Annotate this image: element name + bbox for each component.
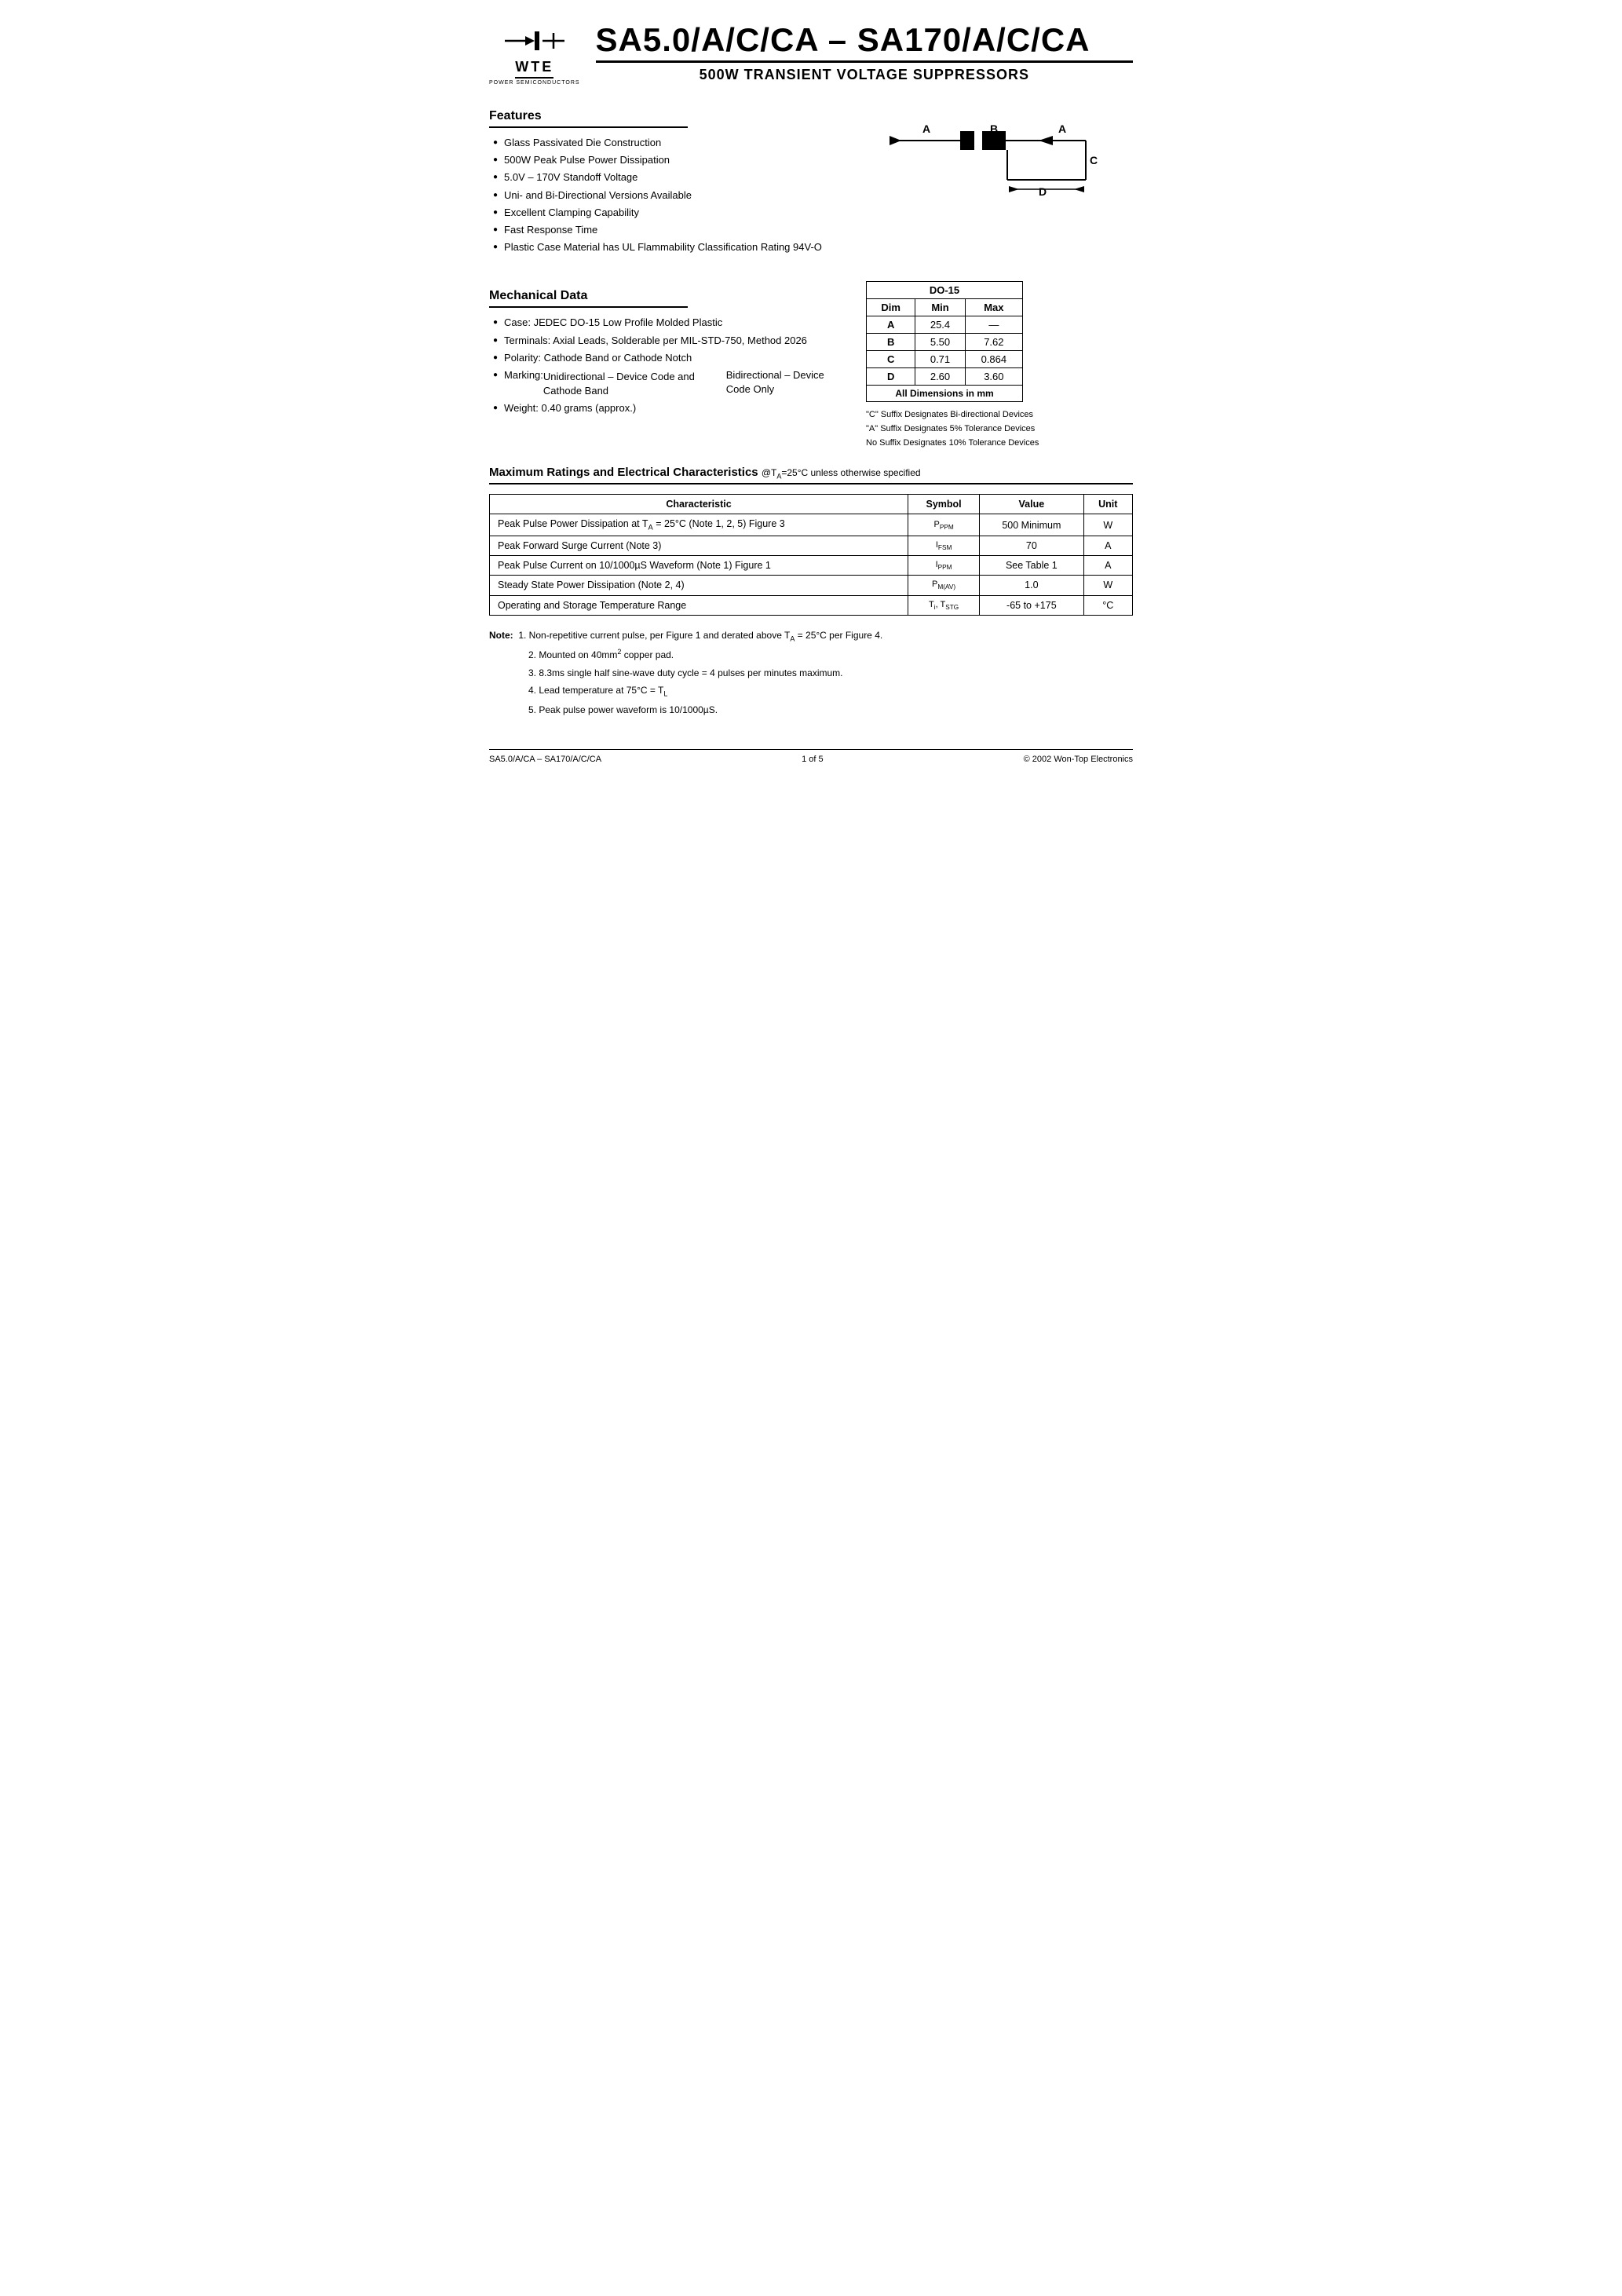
features-list: Glass Passivated Die Construction 500W P… bbox=[489, 136, 850, 254]
list-item: Glass Passivated Die Construction bbox=[493, 136, 850, 150]
svg-text:A: A bbox=[1058, 122, 1066, 135]
features-right: A B A C D bbox=[866, 93, 1133, 258]
mechanical-list: Case: JEDEC DO-15 Low Profile Molded Pla… bbox=[489, 316, 850, 415]
table-row: Peak Pulse Current on 10/1000µS Waveform… bbox=[490, 556, 1133, 576]
table-row: Operating and Storage Temperature Range … bbox=[490, 595, 1133, 615]
table-row: Peak Forward Surge Current (Note 3) IFSM… bbox=[490, 536, 1133, 555]
col-header-min: Min bbox=[915, 299, 965, 316]
notes-section: Note: 1. Non-repetitive current pulse, p… bbox=[489, 627, 1133, 718]
sub-title: 500W TRANSIENT VOLTAGE SUPPRESSORS bbox=[596, 67, 1133, 83]
logo-icon bbox=[503, 24, 566, 59]
suffix-note-1: "C" Suffix Designates Bi-directional Dev… bbox=[866, 408, 1133, 422]
table-row: C0.710.864 bbox=[867, 351, 1023, 368]
table-row: B5.507.62 bbox=[867, 334, 1023, 351]
col-header-symbol: Symbol bbox=[908, 495, 980, 514]
features-section: Features Glass Passivated Die Constructi… bbox=[489, 93, 1133, 258]
mechanical-title: Mechanical Data bbox=[489, 289, 688, 308]
list-item: 500W Peak Pulse Power Dissipation bbox=[493, 153, 850, 167]
page-footer: SA5.0/A/CA – SA170/A/C/CA 1 of 5 © 2002 … bbox=[489, 749, 1133, 764]
mechanical-right: DO-15 Dim Min Max A25.4— B5.507.62 C0.71… bbox=[866, 273, 1133, 450]
main-title: SA5.0/A/C/CA – SA170/A/C/CA bbox=[596, 24, 1133, 63]
logo-area: WTE POWER SEMICONDUCTORS bbox=[489, 24, 580, 86]
svg-text:A: A bbox=[922, 122, 930, 135]
mechanical-section: Mechanical Data Case: JEDEC DO-15 Low Pr… bbox=[489, 273, 1133, 450]
svg-text:C: C bbox=[1090, 154, 1098, 166]
note-5: 5. Peak pulse power waveform is 10/1000µ… bbox=[489, 702, 1133, 718]
note-2: 2. Mounted on 40mm2 copper pad. bbox=[489, 646, 1133, 663]
list-item: Polarity: Cathode Band or Cathode Notch bbox=[493, 351, 850, 365]
ratings-section: Maximum Ratings and Electrical Character… bbox=[489, 466, 1133, 616]
suffix-notes: "C" Suffix Designates Bi-directional Dev… bbox=[866, 408, 1133, 450]
ratings-title: Maximum Ratings and Electrical Character… bbox=[489, 466, 1133, 484]
col-header-characteristic: Characteristic bbox=[490, 495, 908, 514]
dimension-table: DO-15 Dim Min Max A25.4— B5.507.62 C0.71… bbox=[866, 281, 1023, 402]
list-item: Uni- and Bi-Directional Versions Availab… bbox=[493, 188, 850, 203]
footer-center: 1 of 5 bbox=[802, 755, 824, 764]
footer-left: SA5.0/A/CA – SA170/A/C/CA bbox=[489, 755, 601, 764]
col-header-unit: Unit bbox=[1083, 495, 1132, 514]
page-header: WTE POWER SEMICONDUCTORS SA5.0/A/C/CA – … bbox=[489, 24, 1133, 86]
ratings-table: Characteristic Symbol Value Unit Peak Pu… bbox=[489, 494, 1133, 615]
table-row: Peak Pulse Power Dissipation at TA = 25°… bbox=[490, 514, 1133, 536]
note-3: 3. 8.3ms single half sine-wave duty cycl… bbox=[489, 665, 1133, 681]
col-header-max: Max bbox=[965, 299, 1022, 316]
diagram-svg: A B A C D bbox=[882, 101, 1117, 227]
svg-text:D: D bbox=[1039, 185, 1047, 198]
ratings-condition: @TA=25°C unless otherwise specified bbox=[762, 467, 921, 478]
features-left: Features Glass Passivated Die Constructi… bbox=[489, 93, 850, 258]
component-diagram: A B A C D bbox=[866, 101, 1133, 227]
footer-right: © 2002 Won-Top Electronics bbox=[1024, 755, 1133, 764]
list-item: Excellent Clamping Capability bbox=[493, 206, 850, 220]
list-item: 5.0V – 170V Standoff Voltage bbox=[493, 170, 850, 185]
dimension-footer: All Dimensions in mm bbox=[867, 386, 1023, 402]
suffix-note-3: No Suffix Designates 10% Tolerance Devic… bbox=[866, 437, 1133, 451]
list-item: Plastic Case Material has UL Flammabilit… bbox=[493, 240, 850, 254]
table-row: A25.4— bbox=[867, 316, 1023, 334]
dimension-table-container: DO-15 Dim Min Max A25.4— B5.507.62 C0.71… bbox=[866, 281, 1133, 402]
col-header-value: Value bbox=[980, 495, 1083, 514]
list-item: Marking: Unidirectional – Device Code an… bbox=[493, 368, 850, 398]
logo-wte: WTE bbox=[515, 59, 553, 79]
list-item: Weight: 0.40 grams (approx.) bbox=[493, 401, 850, 415]
list-item: Terminals: Axial Leads, Solderable per M… bbox=[493, 334, 850, 348]
list-item: Case: JEDEC DO-15 Low Profile Molded Pla… bbox=[493, 316, 850, 330]
list-item: Fast Response Time bbox=[493, 223, 850, 237]
mechanical-left: Mechanical Data Case: JEDEC DO-15 Low Pr… bbox=[489, 273, 850, 450]
title-area: SA5.0/A/C/CA – SA170/A/C/CA 500W TRANSIE… bbox=[596, 24, 1133, 83]
note-header: Note: 1. Non-repetitive current pulse, p… bbox=[489, 627, 1133, 645]
table-row: Steady State Power Dissipation (Note 2, … bbox=[490, 576, 1133, 595]
note-4: 4. Lead temperature at 75°C = TL bbox=[489, 682, 1133, 700]
logo-sub: POWER SEMICONDUCTORS bbox=[489, 80, 580, 86]
suffix-note-2: "A" Suffix Designates 5% Tolerance Devic… bbox=[866, 422, 1133, 437]
table-row: D2.603.60 bbox=[867, 368, 1023, 386]
col-header-dim: Dim bbox=[867, 299, 915, 316]
table-title: DO-15 bbox=[867, 282, 1023, 299]
features-title: Features bbox=[489, 109, 688, 128]
